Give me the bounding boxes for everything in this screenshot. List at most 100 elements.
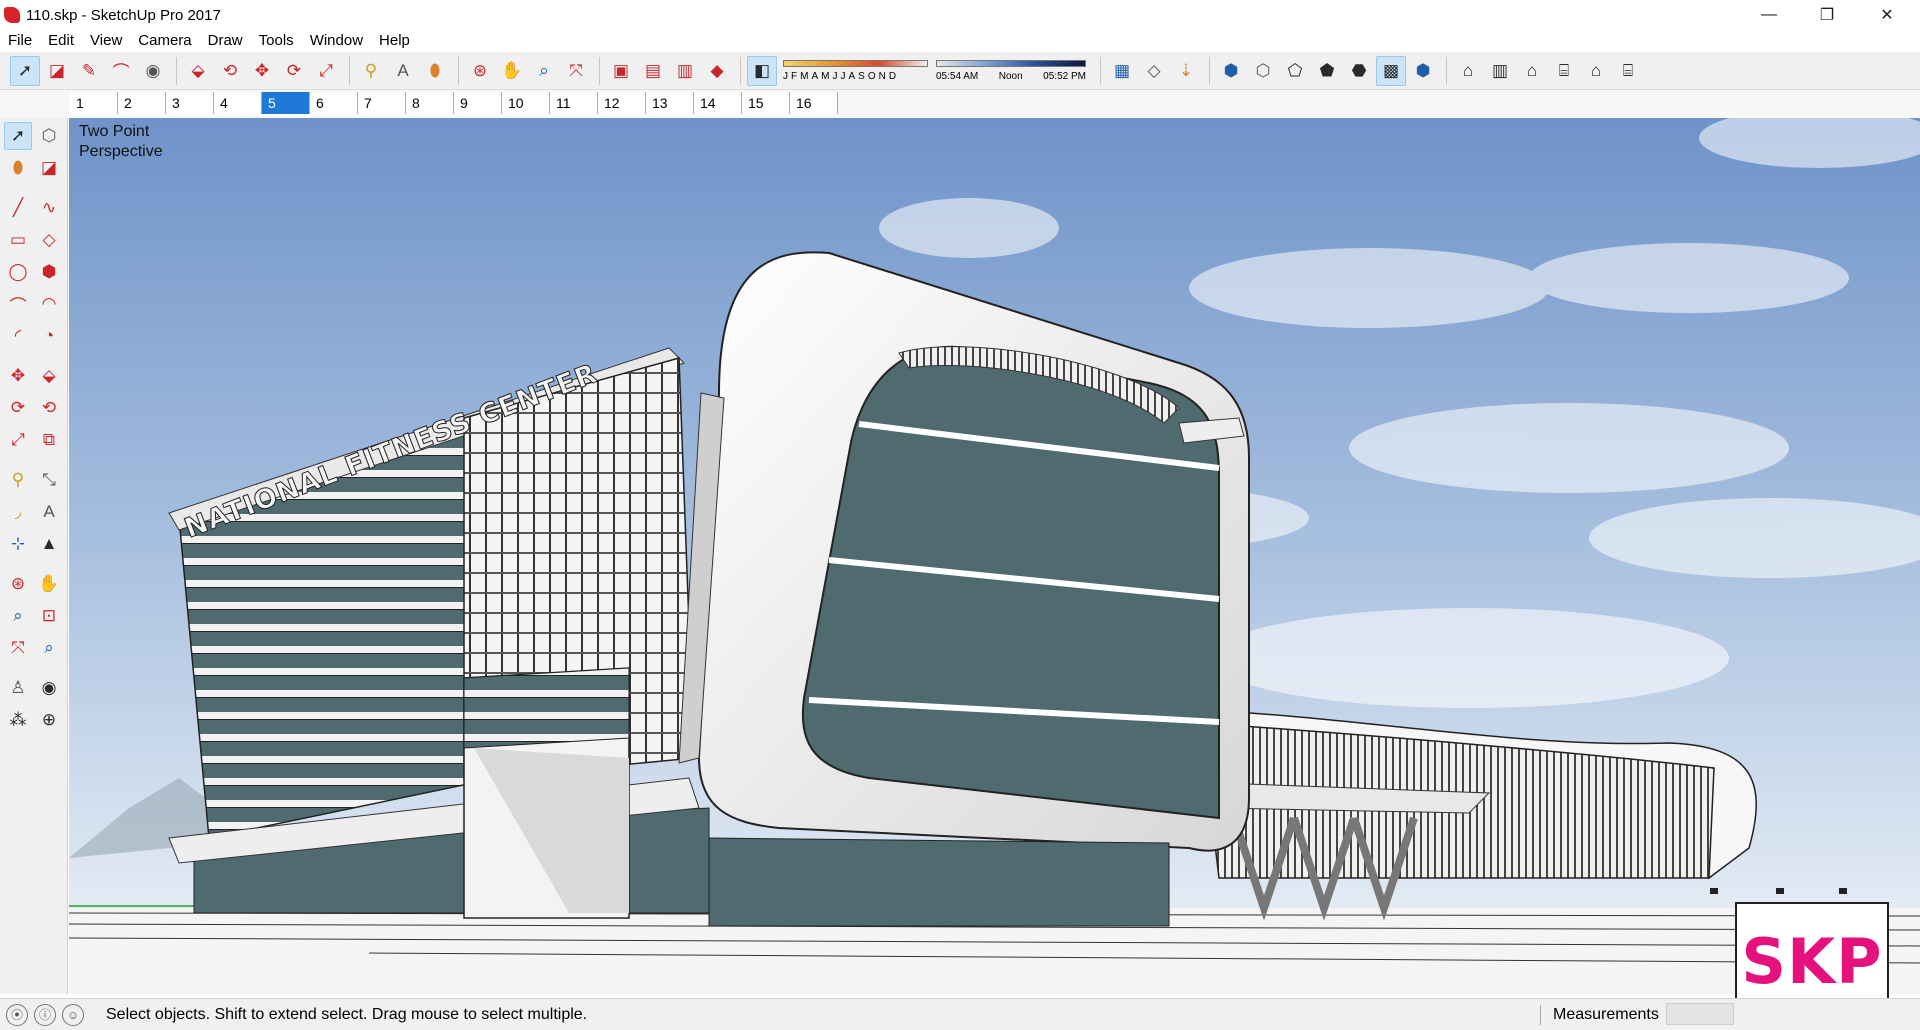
orbit-icon[interactable]: ⊛ [4, 570, 32, 598]
move-icon[interactable]: ✥ [4, 362, 32, 390]
line-icon[interactable]: ╱ [4, 194, 32, 222]
look-around-icon[interactable]: ◉ [35, 674, 63, 702]
shaded-textures-style-icon[interactable]: ▩ [1376, 55, 1406, 86]
geo-location-icon[interactable]: ⦿ [6, 1003, 28, 1026]
zoom-extents-icon[interactable]: ⤧ [4, 634, 32, 662]
three-point-arc-icon[interactable]: ◜ [4, 322, 32, 350]
eraser-tool-icon[interactable]: ◪ [42, 56, 72, 86]
shaded-style-icon[interactable]: ⬣ [1344, 56, 1374, 86]
previous-view-icon[interactable]: ⌕ [35, 634, 63, 662]
shadow-month-slider[interactable]: J F M A M J J A S O N D [783, 58, 928, 84]
dimension-icon[interactable]: ⤡ [35, 466, 63, 494]
menu-help[interactable]: Help [371, 30, 418, 52]
menu-edit[interactable]: Edit [40, 30, 82, 52]
rotate-icon[interactable]: ⟳ [4, 394, 32, 422]
minimize-button[interactable]: — [1740, 0, 1798, 30]
menu-tools[interactable]: Tools [251, 30, 302, 52]
menu-view[interactable]: View [82, 30, 130, 52]
measurements-input[interactable] [1666, 1003, 1734, 1025]
scene-tab-5[interactable]: 5 [262, 92, 310, 114]
arc-tool-icon[interactable]: ⌒ [106, 56, 136, 86]
3d-text-icon[interactable]: ▲ [35, 530, 63, 558]
menu-file[interactable]: File [0, 30, 40, 52]
rotate-tool-icon[interactable]: ⟳ [279, 56, 309, 86]
eraser-icon[interactable]: ◪ [35, 154, 63, 182]
wireframe-style-icon[interactable]: ⬠ [1280, 56, 1310, 86]
back-edges-style-icon[interactable]: ⬡ [1248, 56, 1278, 86]
arc-icon[interactable]: ⌒ [4, 290, 32, 318]
pan-tool-icon[interactable]: ✋ [497, 56, 527, 86]
section-display-icon[interactable]: ◇ [1139, 56, 1169, 86]
scene-tab-6[interactable]: 6 [310, 92, 358, 114]
scene-tab-8[interactable]: 8 [406, 92, 454, 114]
scene-tab-15[interactable]: 15 [742, 92, 790, 114]
push-pull-icon[interactable]: ⬙ [35, 362, 63, 390]
pan-icon[interactable]: ✋ [35, 570, 63, 598]
maximize-button[interactable]: ❐ [1798, 0, 1856, 30]
paint-bucket-icon[interactable]: ⬮ [4, 154, 32, 182]
zoom-tool-icon[interactable]: ⌕ [529, 56, 559, 86]
front-view-icon[interactable]: ⌂ [1517, 56, 1547, 86]
scene-tab-14[interactable]: 14 [694, 92, 742, 114]
tape-measure-icon[interactable]: ⚲ [4, 466, 32, 494]
shadow-time-slider[interactable]: 05:54 AM Noon 05:52 PM [936, 58, 1086, 84]
follow-me-tool-icon[interactable]: ⟲ [215, 56, 245, 86]
walk-icon[interactable]: ⁂ [4, 706, 32, 734]
model-viewport[interactable]: NATIONAL FITNESS CENTER Two Point Perspe… [69, 118, 1920, 994]
text-tool-icon[interactable]: A [388, 56, 418, 86]
section-plane-icon[interactable]: ⊕ [35, 706, 63, 734]
make-component-icon[interactable]: ⬡ [35, 122, 63, 150]
position-camera-icon[interactable]: ♙ [4, 674, 32, 702]
freehand-icon[interactable]: ∿ [35, 194, 63, 222]
scale-tool-icon[interactable]: ⤢ [311, 56, 341, 86]
xray-style-icon[interactable]: ⬢ [1216, 56, 1246, 86]
scene-tab-3[interactable]: 3 [166, 92, 214, 114]
shapes-tool-icon[interactable]: ◉ [138, 56, 168, 86]
credits-icon[interactable]: ⓘ [34, 1003, 56, 1026]
iso-view-icon[interactable]: ⌂ [1453, 56, 1483, 86]
zoom-icon[interactable]: ⌕ [4, 602, 32, 630]
circle-icon[interactable]: ◯ [4, 258, 32, 286]
menu-camera[interactable]: Camera [130, 30, 199, 52]
rectangle-icon[interactable]: ▭ [4, 226, 32, 254]
text-icon[interactable]: A [35, 498, 63, 526]
user-account-icon[interactable]: ☺ [62, 1003, 84, 1026]
extension-warehouse-icon[interactable]: ▥ [670, 56, 700, 86]
select-tool-icon[interactable]: ➚ [4, 122, 32, 150]
scene-tab-16[interactable]: 16 [790, 92, 838, 114]
line-tool-icon[interactable]: ✎ [74, 56, 104, 86]
zoom-extents-tool-icon[interactable]: ⤧ [561, 56, 591, 86]
3d-warehouse-icon[interactable]: ▣ [606, 56, 636, 86]
follow-me-icon[interactable]: ⟲ [35, 394, 63, 422]
scene-tab-7[interactable]: 7 [358, 92, 406, 114]
monochrome-style-icon[interactable]: ⬢ [1408, 56, 1438, 86]
right-view-icon[interactable]: ⌸ [1549, 56, 1579, 86]
left-view-icon[interactable]: ⌸ [1613, 56, 1643, 86]
select-tool-icon[interactable]: ➚ [10, 55, 40, 86]
two-point-arc-icon[interactable]: ◠ [35, 290, 63, 318]
section-plane-icon[interactable]: ▦ [1107, 56, 1137, 86]
axes-icon[interactable]: ⊹ [4, 530, 32, 558]
scene-tab-10[interactable]: 10 [502, 92, 550, 114]
section-cut-icon[interactable]: ⇣ [1171, 56, 1201, 86]
menu-window[interactable]: Window [302, 30, 371, 52]
polygon-icon[interactable]: ⬢ [35, 258, 63, 286]
scene-tab-9[interactable]: 9 [454, 92, 502, 114]
scene-tab-1[interactable]: 1 [70, 92, 118, 114]
scale-icon[interactable]: ⤢ [4, 426, 32, 454]
move-tool-icon[interactable]: ✥ [247, 56, 277, 86]
protractor-icon[interactable]: ◞ [4, 498, 32, 526]
back-view-icon[interactable]: ⌂ [1581, 56, 1611, 86]
top-view-icon[interactable]: ▥ [1485, 56, 1515, 86]
hidden-line-style-icon[interactable]: ⬟ [1312, 56, 1342, 86]
rotated-rectangle-icon[interactable]: ◇ [35, 226, 63, 254]
share-model-icon[interactable]: ▤ [638, 56, 668, 86]
close-button[interactable]: ✕ [1858, 0, 1916, 30]
ruby-console-icon[interactable]: ◆ [702, 56, 732, 86]
scene-tab-12[interactable]: 12 [598, 92, 646, 114]
paint-bucket-tool-icon[interactable]: ⬮ [420, 56, 450, 86]
offset-icon[interactable]: ⧉ [35, 426, 63, 454]
push-pull-tool-icon[interactable]: ⬙ [183, 56, 213, 86]
orbit-tool-icon[interactable]: ⊛ [465, 56, 495, 86]
menu-draw[interactable]: Draw [200, 30, 251, 52]
